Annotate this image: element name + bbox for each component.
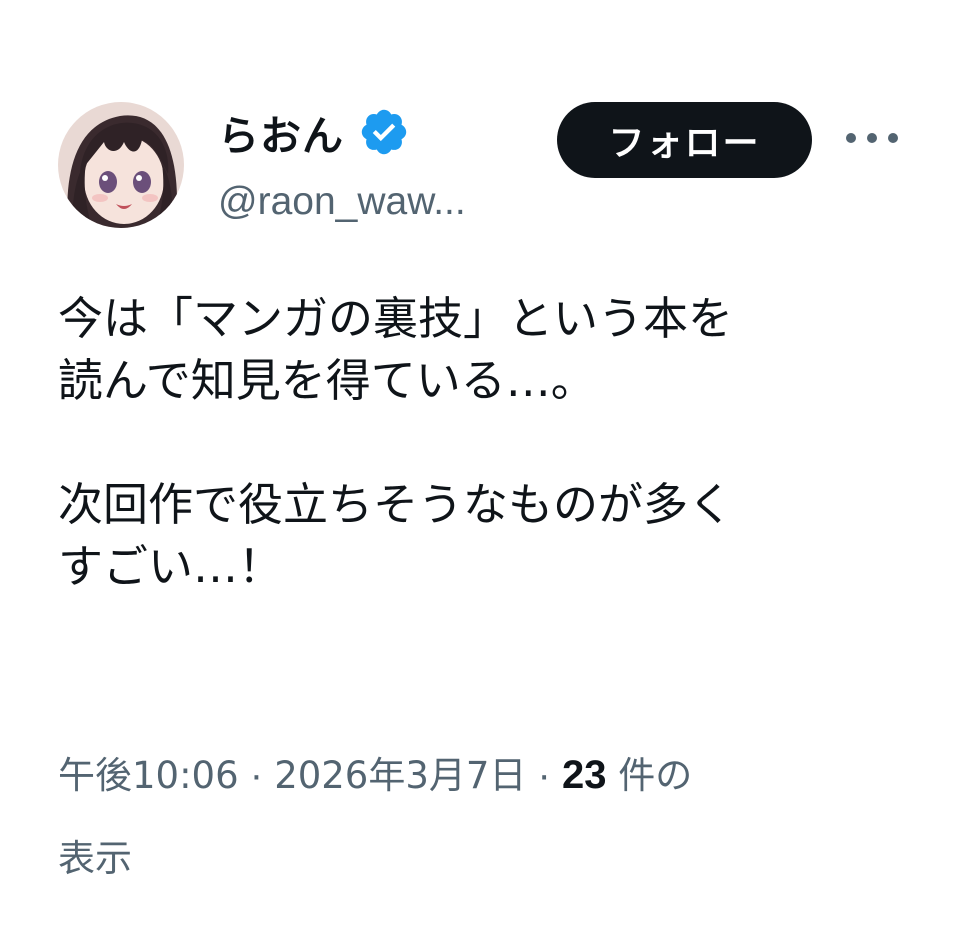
tweet-text-line: すごい…！ [58, 540, 284, 593]
verified-badge-svg [361, 109, 407, 155]
views-label-continued: 表示 [58, 837, 132, 880]
more-horizontal-icon[interactable] [846, 118, 898, 158]
author-display-name[interactable]: らおん [218, 102, 344, 162]
follow-button[interactable]: フォロー [557, 102, 812, 178]
avatar-illustration [58, 102, 184, 228]
tweet-text-line: 今は「マンガの裏技」という本を [58, 292, 734, 345]
more-dot [867, 133, 877, 143]
views-label: 件の [606, 754, 693, 797]
tweet-text-line: 読んで知見を得ている…。 [58, 354, 596, 407]
tweet-text: 今は「マンガの裏技」という本を 読んで知見を得ている…。 次回作で役立ちそうなも… [58, 288, 918, 598]
tweet-time: 午後10:06 [58, 754, 239, 797]
meta-separator: · [238, 753, 275, 797]
author-name-row: らおん [218, 106, 410, 160]
more-dot [888, 133, 898, 143]
tweet-text-line: 次回作で役立ちそうなものが多く [58, 478, 734, 531]
avatar[interactable] [58, 102, 184, 228]
more-dot [846, 133, 856, 143]
tweet-date: 2026年3月7日 [274, 754, 527, 797]
verified-badge-icon[interactable] [358, 106, 410, 158]
meta-separator: · [526, 753, 562, 797]
tweet-timestamp[interactable]: 午後10:06 · 2026年3月7日 [58, 753, 526, 797]
tweet-meta: 午後10:06 · 2026年3月7日 · 23 件の表示 [58, 734, 858, 900]
author-handle[interactable]: @raon_waw... [218, 180, 466, 224]
views-count: 23 [561, 753, 607, 797]
tweet-card: らおん @raon_waw... フォロー 今は「マンガの裏技」という本を 読ん… [0, 0, 960, 936]
